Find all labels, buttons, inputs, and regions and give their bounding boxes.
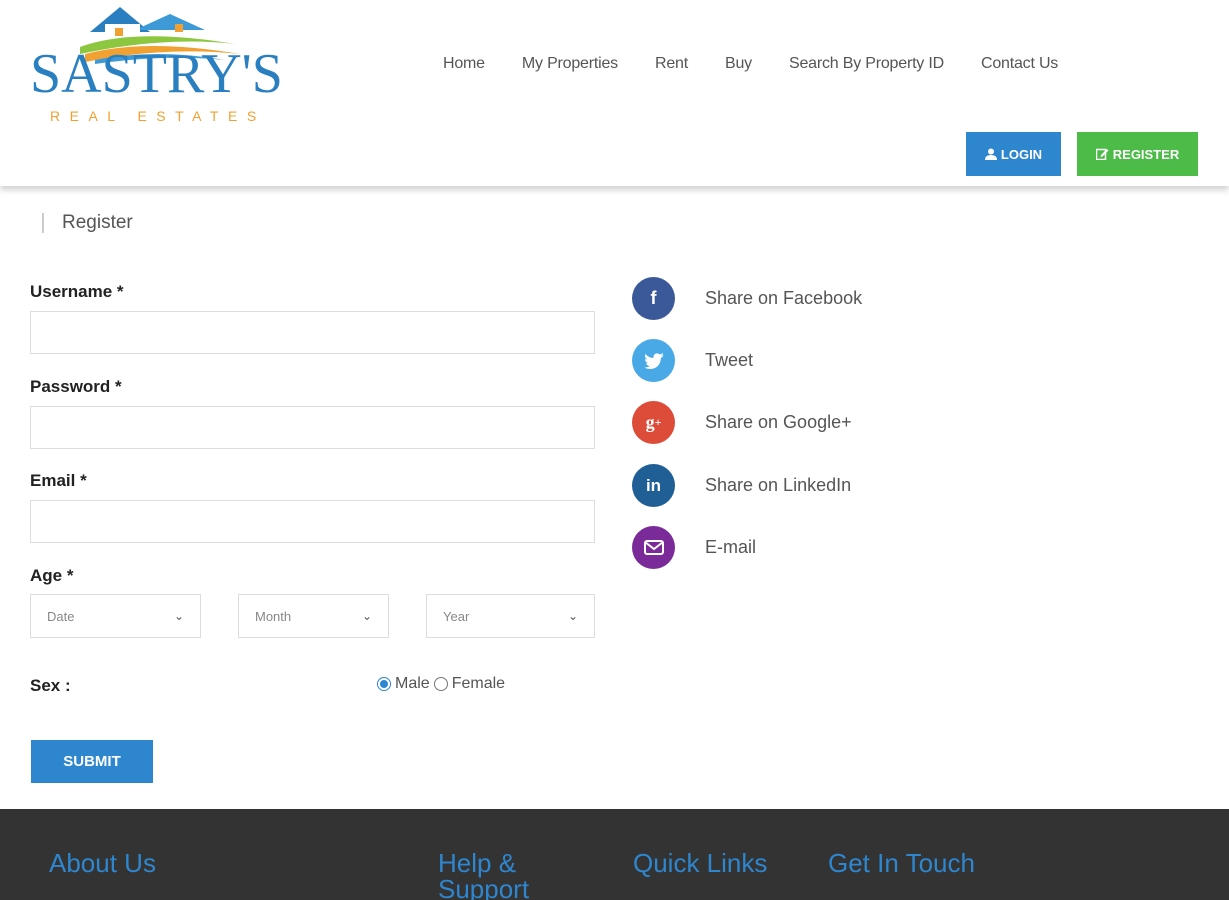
- footer-quick-links-heading: Quick Links: [633, 848, 768, 878]
- edit-icon: [1095, 148, 1109, 160]
- footer-about-us-heading: About Us: [49, 848, 156, 878]
- age-label: Age *: [30, 566, 74, 585]
- username-label: Username *: [30, 282, 124, 301]
- submit-button[interactable]: SUBMIT: [31, 740, 153, 783]
- password-input[interactable]: [30, 406, 595, 449]
- share-google-plus[interactable]: g + Share on Google+: [632, 401, 852, 444]
- age-month-select[interactable]: Month ⌄: [238, 594, 389, 638]
- sex-male-label: Male: [395, 675, 430, 692]
- age-year-value: Year: [443, 608, 470, 624]
- nav-buy[interactable]: Buy: [725, 55, 752, 73]
- login-label: LOGIN: [1000, 146, 1043, 162]
- footer-help-support-heading: Help & Support: [438, 848, 530, 900]
- sex-radio-group: Male Female: [377, 675, 505, 693]
- email-icon: [632, 526, 675, 569]
- share-facebook-label: Share on Facebook: [705, 288, 863, 308]
- sex-female-radio[interactable]: [433, 677, 448, 691]
- sex-male-radio[interactable]: [377, 677, 391, 691]
- nav-rent[interactable]: Rent: [655, 55, 688, 73]
- email-label: Email *: [30, 471, 87, 490]
- register-button[interactable]: REGISTER: [1077, 132, 1198, 176]
- chevron-down-icon: ⌄: [173, 609, 184, 623]
- share-email[interactable]: E-mail: [632, 526, 756, 569]
- facebook-icon: f: [632, 277, 675, 320]
- breadcrumb-current: Register: [62, 212, 133, 233]
- twitter-icon: [632, 339, 675, 382]
- login-button[interactable]: LOGIN: [966, 132, 1061, 176]
- linkedin-icon: in: [632, 464, 675, 507]
- age-date-value: Date: [47, 608, 75, 624]
- user-icon: [984, 148, 997, 160]
- age-year-select[interactable]: Year ⌄: [426, 594, 595, 638]
- age-date-select[interactable]: Date ⌄: [30, 594, 201, 638]
- sex-female-label: Female: [451, 675, 506, 692]
- logo-tagline: REAL ESTATES: [50, 108, 266, 124]
- age-month-value: Month: [255, 608, 292, 624]
- share-email-label: E-mail: [705, 537, 757, 557]
- share-google-plus-label: Share on Google+: [705, 412, 852, 432]
- main-nav: Home My Properties Rent Buy Search By Pr…: [443, 55, 1058, 73]
- share-twitter-label: Tweet: [705, 350, 754, 370]
- register-label: REGISTER: [1112, 146, 1180, 162]
- page: SASTRY'S REAL ESTATES Home My Properties…: [0, 0, 1229, 900]
- chevron-down-icon: ⌄: [361, 609, 372, 623]
- username-input[interactable]: [30, 311, 595, 354]
- site-header: SASTRY'S REAL ESTATES Home My Properties…: [0, 0, 1229, 186]
- footer-get-in-touch-heading: Get In Touch: [828, 848, 975, 878]
- nav-my-properties[interactable]: My Properties: [522, 55, 618, 73]
- nav-home[interactable]: Home: [443, 55, 485, 73]
- email-input[interactable]: [30, 500, 595, 543]
- share-linkedin[interactable]: in Share on LinkedIn: [632, 464, 851, 507]
- breadcrumb: Register: [42, 212, 133, 234]
- sex-label: Sex :: [30, 676, 71, 695]
- logo-wordmark: SASTRY'S: [30, 43, 283, 105]
- breadcrumb-divider: [42, 213, 44, 233]
- chevron-down-icon: ⌄: [567, 609, 578, 623]
- google-plus-icon: g +: [632, 401, 675, 444]
- password-label: Password *: [30, 377, 122, 396]
- share-twitter[interactable]: Tweet: [632, 339, 753, 382]
- site-logo[interactable]: SASTRY'S REAL ESTATES: [30, 2, 283, 126]
- share-linkedin-label: Share on LinkedIn: [705, 475, 852, 495]
- nav-contact-us[interactable]: Contact Us: [981, 55, 1058, 73]
- nav-search-by-property-id[interactable]: Search By Property ID: [789, 55, 944, 73]
- share-facebook[interactable]: f Share on Facebook: [632, 277, 862, 320]
- site-footer: [0, 809, 1229, 900]
